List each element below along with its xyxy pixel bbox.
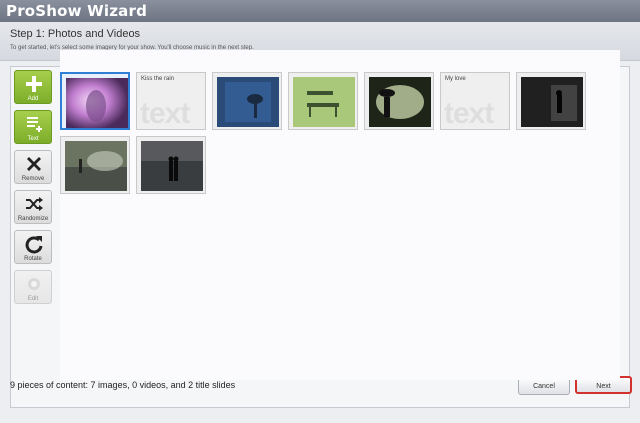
photo-thumbnail [66,78,128,128]
title-slide-thumbnail[interactable]: Kiss the rain text [136,72,206,130]
edit-button[interactable]: Edit [14,270,52,304]
randomize-button[interactable]: Randomize [14,190,52,224]
remove-label: Remove [21,176,45,182]
text-slide-icon [27,117,42,132]
edit-label: Edit [27,296,39,302]
gear-icon [28,278,40,290]
photo-thumbnail [293,77,355,127]
text-button[interactable]: Text [14,110,52,144]
title-bar: ProShow Wizard [0,0,640,22]
title-slide-watermark: text [444,97,494,130]
remove-button[interactable]: Remove [14,150,52,184]
title-slide-caption: My love [445,76,466,82]
add-label: Add [27,96,39,102]
shuffle-icon [26,197,43,211]
step-title: Step 1: Photos and Videos [10,28,141,40]
photo-thumbnail [369,77,431,127]
slide-thumbnail[interactable] [288,72,358,130]
randomize-label: Randomize [17,216,49,222]
slide-thumbnail[interactable] [212,72,282,130]
slide-thumbnail[interactable] [516,72,586,130]
slide-thumbnail[interactable] [60,72,130,130]
slide-list: Kiss the rain text My love text [60,50,620,380]
window-title: ProShow Wizard [6,2,148,20]
remove-x-icon [27,157,41,171]
text-label: Text [27,136,39,142]
slide-thumbnail[interactable] [60,136,130,194]
slide-thumbnail[interactable] [136,136,206,194]
rotate-button[interactable]: Rotate [14,230,52,264]
title-slide-thumbnail[interactable]: My love text [440,72,510,130]
title-slide-watermark: text [140,97,190,130]
slide-thumbnail[interactable] [364,72,434,130]
title-slide-caption: Kiss the rain [141,76,175,82]
add-button[interactable]: Add [14,70,52,104]
photo-thumbnail [65,141,127,191]
rotate-icon [25,236,43,254]
plus-icon [26,76,42,92]
photo-thumbnail [141,141,203,191]
photo-thumbnail [217,77,279,127]
photo-thumbnail [521,77,583,127]
content-summary: 9 pieces of content: 7 images, 0 videos,… [10,380,236,390]
rotate-label: Rotate [24,256,42,262]
